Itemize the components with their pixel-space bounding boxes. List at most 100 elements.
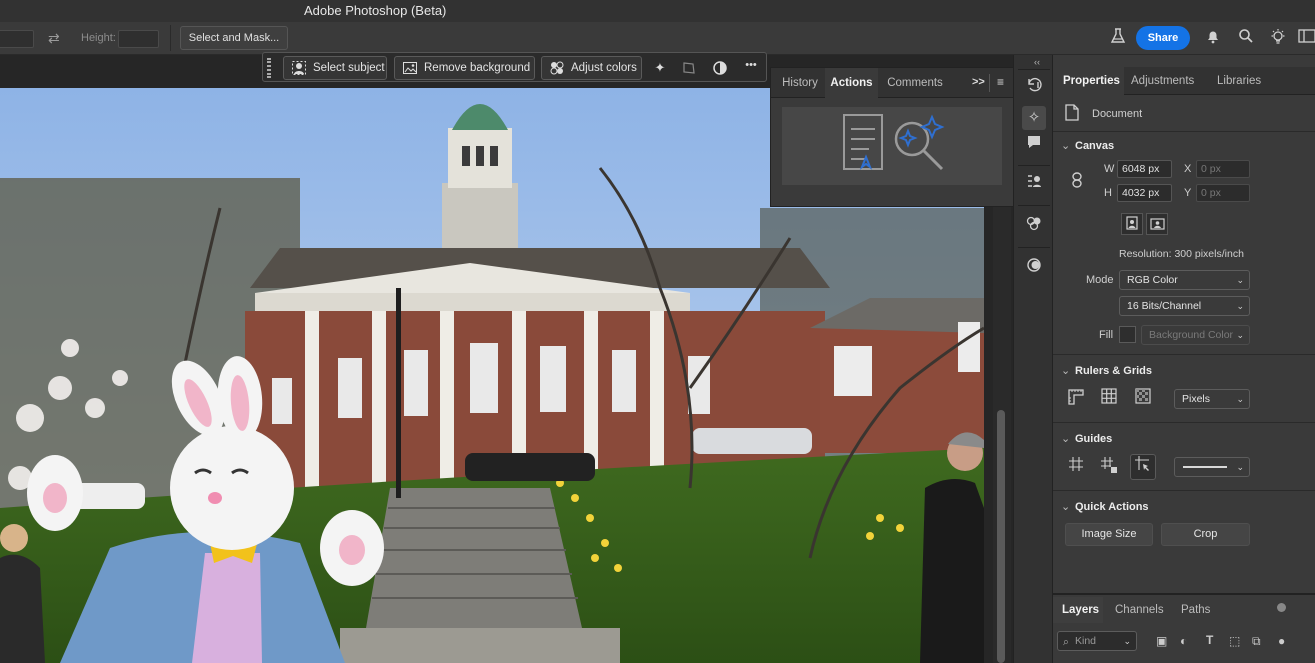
landscape-orientation-icon[interactable] xyxy=(1146,213,1168,235)
adjust-colors-button[interactable]: Adjust colors xyxy=(541,56,642,80)
chevron-down-icon: ⌄ xyxy=(1123,636,1131,646)
select-subject-button[interactable]: Select subject xyxy=(283,56,387,80)
canvas-height-field[interactable]: 4032 px xyxy=(1117,184,1172,202)
tab-layers[interactable]: Layers xyxy=(1053,597,1103,623)
bell-icon[interactable] xyxy=(1203,28,1223,48)
canvas-width-field[interactable]: 6048 px xyxy=(1117,160,1172,178)
remove-background-button[interactable]: Remove background xyxy=(394,56,535,80)
filter-toggle-icon[interactable]: ● xyxy=(1278,634,1285,648)
divider xyxy=(1053,490,1315,491)
search-icon: ⌕ xyxy=(1063,636,1069,648)
more-options-icon[interactable]: ••• xyxy=(741,59,761,75)
guide-line-style xyxy=(1183,466,1227,468)
ruler-icon[interactable] xyxy=(1065,388,1087,410)
chevron-down-icon: ⌄ xyxy=(1061,501,1071,513)
chevron-down-icon: ⌄ xyxy=(1236,330,1244,340)
pixel-layer-filter-icon[interactable]: ▣ xyxy=(1156,634,1167,648)
fill-color-swatch[interactable] xyxy=(1119,326,1136,343)
layer-filter-select[interactable]: ⌕ Kind ⌄ xyxy=(1057,631,1137,651)
adjustment-layer-filter-icon[interactable]: ◐ xyxy=(1180,634,1187,648)
chevron-down-icon: ⌄ xyxy=(1236,462,1244,472)
panel-icon-strip: ‹‹ ✧ xyxy=(1013,55,1053,663)
beaker-icon[interactable] xyxy=(1108,28,1128,48)
app-title: Adobe Photoshop (Beta) xyxy=(304,3,447,18)
document-label: Document xyxy=(1092,108,1143,120)
rulers-grids-section-header[interactable]: ⌄ Rulers & Grids xyxy=(1061,364,1152,377)
height-input[interactable] xyxy=(118,30,159,48)
crop-button[interactable]: Crop xyxy=(1161,523,1250,546)
scrollbar-thumb[interactable] xyxy=(997,410,1005,663)
adjustments-panel-icon[interactable] xyxy=(1022,215,1046,239)
search-icon[interactable] xyxy=(1236,28,1256,48)
tab-comments[interactable]: Comments xyxy=(878,68,952,98)
link-icon[interactable] xyxy=(1071,172,1085,188)
workspace-icon[interactable] xyxy=(1297,28,1315,48)
chevron-down-icon: ⌄ xyxy=(1061,365,1071,377)
adjust-colors-icon xyxy=(550,61,564,75)
panel-menu-icon[interactable]: ≡ xyxy=(997,75,1004,89)
document-icon xyxy=(1065,104,1083,124)
pixel-grid-icon[interactable] xyxy=(1132,388,1154,410)
quick-actions-section-header[interactable]: ⌄ Quick Actions xyxy=(1061,500,1149,513)
smart-object-filter-icon[interactable]: ⧉ xyxy=(1252,634,1261,649)
fill-label: Fill xyxy=(1099,329,1114,341)
contrast-icon[interactable] xyxy=(712,60,728,76)
divider xyxy=(170,25,171,51)
collapse-panels-icon[interactable]: ‹‹ xyxy=(1034,57,1040,67)
expand-panel-icon[interactable]: >> xyxy=(972,76,985,88)
new-guide-layout-icon[interactable] xyxy=(1098,456,1120,478)
portrait-orientation-icon[interactable] xyxy=(1121,213,1143,235)
canvas-section-header[interactable]: ⌄ Canvas xyxy=(1061,139,1114,152)
rulers-grids-title: Rulers & Grids xyxy=(1075,365,1153,377)
guides-from-shape-icon[interactable] xyxy=(1130,454,1156,480)
canvas-x-field[interactable]: 0 px xyxy=(1196,160,1250,178)
tab-actions[interactable]: Actions xyxy=(825,68,878,98)
tab-adjustments[interactable]: Adjustments xyxy=(1127,67,1207,95)
bit-depth-select[interactable]: 16 Bits/Channel ⌄ xyxy=(1119,296,1250,316)
tab-properties[interactable]: Properties xyxy=(1053,67,1124,95)
tab-paths[interactable]: Paths xyxy=(1181,597,1221,623)
tab-libraries[interactable]: Libraries xyxy=(1211,67,1281,95)
tab-history[interactable]: History xyxy=(775,68,825,98)
bit-depth-value: 16 Bits/Channel xyxy=(1127,300,1202,312)
properties-tabs: Properties Adjustments Libraries xyxy=(1053,67,1315,95)
sparkle-icon[interactable]: ✦ xyxy=(652,60,668,76)
actions-illustration xyxy=(782,107,1002,185)
x-label: X xyxy=(1184,163,1192,175)
comments-panel-icon[interactable] xyxy=(1022,134,1046,158)
divider xyxy=(1018,205,1050,206)
title-bar: Adobe Photoshop (Beta) xyxy=(0,0,1315,22)
transform-icon[interactable] xyxy=(681,60,697,76)
type-layer-filter-icon[interactable]: T xyxy=(1206,633,1213,647)
guides-icon[interactable] xyxy=(1065,456,1087,478)
width-input[interactable] xyxy=(0,30,34,48)
history-actions-panel: History Actions Comments >> ≡ xyxy=(770,67,1014,207)
tab-channels[interactable]: Channels xyxy=(1115,597,1175,623)
fill-select[interactable]: Background Color ⌄ xyxy=(1141,325,1250,345)
fill-value: Background Color xyxy=(1149,329,1234,341)
guide-style-select[interactable]: ⌄ xyxy=(1174,457,1250,477)
divider xyxy=(1018,165,1050,166)
grid-icon[interactable] xyxy=(1098,388,1120,410)
properties-panel-icon[interactable] xyxy=(1022,173,1046,197)
panel-collapse-dot[interactable] xyxy=(1277,603,1286,612)
layer-filter-kind: Kind xyxy=(1075,635,1097,647)
share-button[interactable]: Share xyxy=(1136,26,1190,50)
history-panel-icon[interactable] xyxy=(1022,77,1046,101)
image-size-button[interactable]: Image Size xyxy=(1065,523,1153,546)
mode-select[interactable]: RGB Color ⌄ xyxy=(1119,270,1250,290)
select-and-mask-button[interactable]: Select and Mask... xyxy=(180,26,288,50)
resolution-text: Resolution: 300 pixels/inch xyxy=(1119,248,1244,260)
canvas-y-field[interactable]: 0 px xyxy=(1196,184,1250,202)
shape-layer-filter-icon[interactable]: ⬚ xyxy=(1229,634,1240,648)
libraries-panel-icon[interactable] xyxy=(1022,257,1046,281)
lightbulb-icon[interactable] xyxy=(1268,28,1288,48)
actions-panel-icon[interactable]: ✧ xyxy=(1022,106,1046,130)
swap-dimensions-icon[interactable]: ⇄ xyxy=(48,30,60,47)
drag-handle-icon[interactable] xyxy=(267,58,271,78)
divider xyxy=(989,74,990,92)
guides-section-header[interactable]: ⌄ Guides xyxy=(1061,432,1112,445)
select-subject-label: Select subject xyxy=(313,62,385,74)
ruler-units-select[interactable]: Pixels ⌄ xyxy=(1174,389,1250,409)
panel-tabs: History Actions Comments >> ≡ xyxy=(771,68,1013,98)
